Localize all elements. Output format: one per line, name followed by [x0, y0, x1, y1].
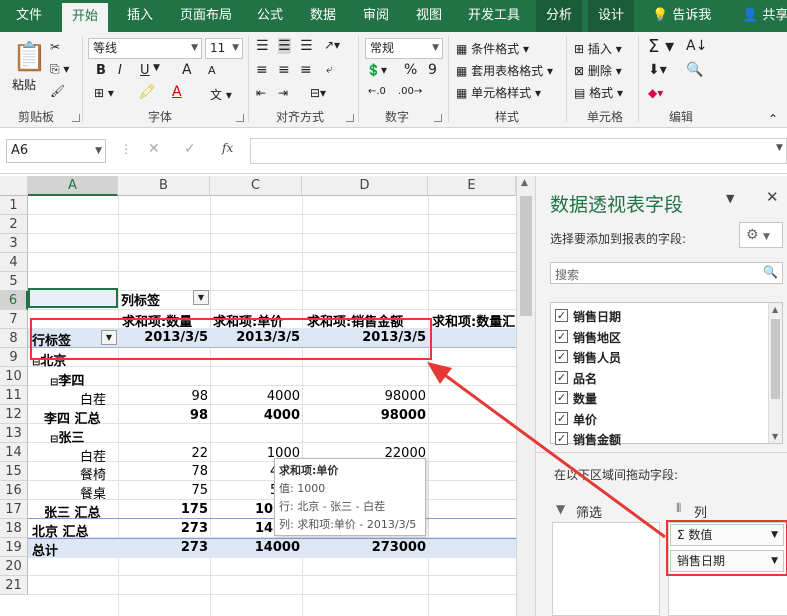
annotation-arrow — [427, 362, 666, 539]
